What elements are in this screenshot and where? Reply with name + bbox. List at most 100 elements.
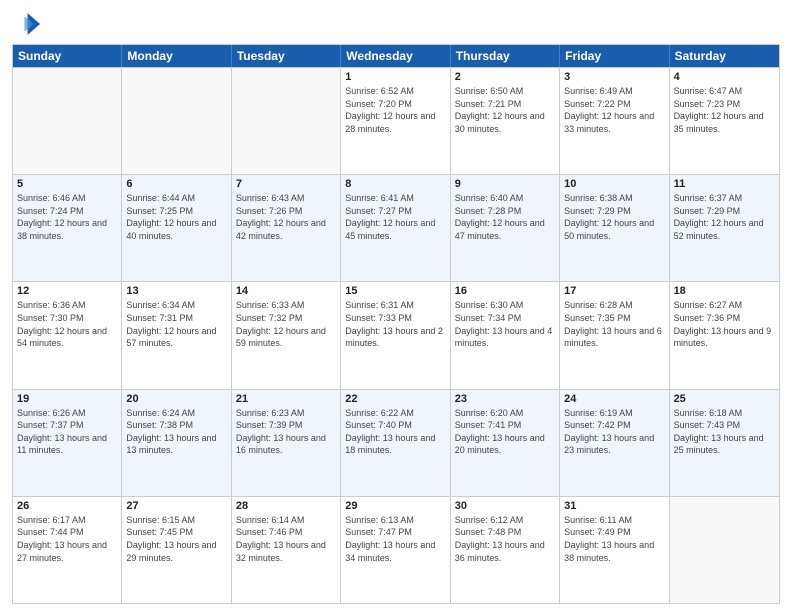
day-number: 26 — [17, 500, 117, 512]
calendar-cell: 17 Sunrise: 6:28 AM Sunset: 7:35 PM Dayli… — [560, 282, 669, 388]
calendar-cell: 18 Sunrise: 6:27 AM Sunset: 7:36 PM Dayli… — [670, 282, 779, 388]
calendar-cell: 1 Sunrise: 6:52 AM Sunset: 7:20 PM Daylig… — [341, 68, 450, 174]
day-number: 12 — [17, 285, 117, 297]
calendar-cell: 2Sunrise: 6:50 AM Sunset: 7:21 PM Daylig… — [451, 68, 560, 174]
day-number: 4 — [674, 71, 775, 83]
calendar-cell: 31Sunrise: 6:11 AM Sunset: 7:49 PM Dayli… — [560, 497, 669, 603]
day-number: 24 — [564, 393, 664, 405]
day-number: 5 — [17, 178, 117, 190]
day-info: Sunrise: 6:26 AM Sunset: 7:37 PM Dayligh… — [17, 407, 117, 457]
day-number: 21 — [236, 393, 336, 405]
calendar-cell: 19 Sunrise: 6:26 AM Sunset: 7:37 PM Dayli… — [13, 390, 122, 496]
day-info: Sunrise: 6:20 AM Sunset: 7:41 PM Dayligh… — [455, 407, 555, 457]
calendar-cell: 23 Sunrise: 6:20 AM Sunset: 7:41 PM Dayli… — [451, 390, 560, 496]
calendar-cell: 3 Sunrise: 6:49 AM Sunset: 7:22 PM Daylig… — [560, 68, 669, 174]
calendar-row: 5 Sunrise: 6:46 AM Sunset: 7:24 PM Daylig… — [13, 174, 779, 281]
day-number: 3 — [564, 71, 664, 83]
day-info: Sunrise: 6:33 AM Sunset: 7:32 PM Dayligh… — [236, 299, 336, 349]
day-info: Sunrise: 6:22 AM Sunset: 7:40 PM Dayligh… — [345, 407, 445, 457]
day-number: 15 — [345, 285, 445, 297]
day-info: Sunrise: 6:34 AM Sunset: 7:31 PM Dayligh… — [126, 299, 226, 349]
day-number: 17 — [564, 285, 664, 297]
calendar-row: 1 Sunrise: 6:52 AM Sunset: 7:20 PM Daylig… — [13, 67, 779, 174]
day-info: Sunrise: 6:41 AM Sunset: 7:27 PM Dayligh… — [345, 192, 445, 242]
day-info: Sunrise: 6:46 AM Sunset: 7:24 PM Dayligh… — [17, 192, 117, 242]
day-info: Sunrise: 6:37 AM Sunset: 7:29 PM Dayligh… — [674, 192, 775, 242]
day-info: Sunrise: 6:44 AM Sunset: 7:25 PM Dayligh… — [126, 192, 226, 242]
calendar-cell: 28 Sunrise: 6:14 AM Sunset: 7:46 PM Dayli… — [232, 497, 341, 603]
day-info: Sunrise: 6:24 AM Sunset: 7:38 PM Dayligh… — [126, 407, 226, 457]
calendar-cell: 9 Sunrise: 6:40 AM Sunset: 7:28 PM Daylig… — [451, 175, 560, 281]
calendar-cell — [122, 68, 231, 174]
calendar-cell — [13, 68, 122, 174]
header-day-sunday: Sunday — [13, 45, 122, 67]
logo — [12, 10, 44, 38]
calendar-cell: 24 Sunrise: 6:19 AM Sunset: 7:42 PM Dayli… — [560, 390, 669, 496]
day-number: 30 — [455, 500, 555, 512]
day-info: Sunrise: 6:43 AM Sunset: 7:26 PM Dayligh… — [236, 192, 336, 242]
day-info: Sunrise: 6:15 AM Sunset: 7:45 PM Dayligh… — [126, 514, 226, 564]
header-day-monday: Monday — [122, 45, 231, 67]
day-info: Sunrise: 6:38 AM Sunset: 7:29 PM Dayligh… — [564, 192, 664, 242]
day-number: 22 — [345, 393, 445, 405]
day-number: 27 — [126, 500, 226, 512]
calendar-cell: 15 Sunrise: 6:31 AM Sunset: 7:33 PM Dayli… — [341, 282, 450, 388]
calendar-cell: 26 Sunrise: 6:17 AM Sunset: 7:44 PM Dayli… — [13, 497, 122, 603]
header-day-wednesday: Wednesday — [341, 45, 450, 67]
calendar-cell — [232, 68, 341, 174]
day-number: 28 — [236, 500, 336, 512]
calendar-cell: 27 Sunrise: 6:15 AM Sunset: 7:45 PM Dayli… — [122, 497, 231, 603]
day-number: 29 — [345, 500, 445, 512]
calendar-cell: 22 Sunrise: 6:22 AM Sunset: 7:40 PM Dayli… — [341, 390, 450, 496]
day-info: Sunrise: 6:27 AM Sunset: 7:36 PM Dayligh… — [674, 299, 775, 349]
day-number: 19 — [17, 393, 117, 405]
calendar-cell: 16 Sunrise: 6:30 AM Sunset: 7:34 PM Dayli… — [451, 282, 560, 388]
header-day-saturday: Saturday — [670, 45, 779, 67]
header-day-friday: Friday — [560, 45, 669, 67]
calendar-body: 1 Sunrise: 6:52 AM Sunset: 7:20 PM Daylig… — [13, 67, 779, 603]
calendar-row: 26 Sunrise: 6:17 AM Sunset: 7:44 PM Dayli… — [13, 496, 779, 603]
header — [12, 10, 780, 38]
calendar-cell: 5 Sunrise: 6:46 AM Sunset: 7:24 PM Daylig… — [13, 175, 122, 281]
day-info: Sunrise: 6:19 AM Sunset: 7:42 PM Dayligh… — [564, 407, 664, 457]
calendar-row: 19 Sunrise: 6:26 AM Sunset: 7:37 PM Dayli… — [13, 389, 779, 496]
day-info: Sunrise: 6:13 AM Sunset: 7:47 PM Dayligh… — [345, 514, 445, 564]
calendar-cell: 12 Sunrise: 6:36 AM Sunset: 7:30 PM Dayli… — [13, 282, 122, 388]
calendar-cell: 6 Sunrise: 6:44 AM Sunset: 7:25 PM Daylig… — [122, 175, 231, 281]
logo-icon — [12, 10, 40, 38]
calendar-cell: 8Sunrise: 6:41 AM Sunset: 7:27 PM Daylig… — [341, 175, 450, 281]
calendar-cell: 11 Sunrise: 6:37 AM Sunset: 7:29 PM Dayli… — [670, 175, 779, 281]
day-info: Sunrise: 6:49 AM Sunset: 7:22 PM Dayligh… — [564, 85, 664, 135]
calendar-cell: 21 Sunrise: 6:23 AM Sunset: 7:39 PM Dayli… — [232, 390, 341, 496]
day-info: Sunrise: 6:52 AM Sunset: 7:20 PM Dayligh… — [345, 85, 445, 135]
calendar-cell: 10 Sunrise: 6:38 AM Sunset: 7:29 PM Dayli… — [560, 175, 669, 281]
day-info: Sunrise: 6:23 AM Sunset: 7:39 PM Dayligh… — [236, 407, 336, 457]
day-number: 16 — [455, 285, 555, 297]
calendar-cell: 30Sunrise: 6:12 AM Sunset: 7:48 PM Dayli… — [451, 497, 560, 603]
day-number: 11 — [674, 178, 775, 190]
calendar-cell: 29 Sunrise: 6:13 AM Sunset: 7:47 PM Dayli… — [341, 497, 450, 603]
day-info: Sunrise: 6:14 AM Sunset: 7:46 PM Dayligh… — [236, 514, 336, 564]
day-number: 9 — [455, 178, 555, 190]
day-info: Sunrise: 6:17 AM Sunset: 7:44 PM Dayligh… — [17, 514, 117, 564]
calendar-cell: 25Sunrise: 6:18 AM Sunset: 7:43 PM Dayli… — [670, 390, 779, 496]
calendar-cell: 14Sunrise: 6:33 AM Sunset: 7:32 PM Dayli… — [232, 282, 341, 388]
day-number: 13 — [126, 285, 226, 297]
day-number: 23 — [455, 393, 555, 405]
day-number: 18 — [674, 285, 775, 297]
day-info: Sunrise: 6:47 AM Sunset: 7:23 PM Dayligh… — [674, 85, 775, 135]
day-info: Sunrise: 6:30 AM Sunset: 7:34 PM Dayligh… — [455, 299, 555, 349]
day-info: Sunrise: 6:36 AM Sunset: 7:30 PM Dayligh… — [17, 299, 117, 349]
day-info: Sunrise: 6:31 AM Sunset: 7:33 PM Dayligh… — [345, 299, 445, 349]
day-info: Sunrise: 6:28 AM Sunset: 7:35 PM Dayligh… — [564, 299, 664, 349]
day-number: 6 — [126, 178, 226, 190]
day-info: Sunrise: 6:18 AM Sunset: 7:43 PM Dayligh… — [674, 407, 775, 457]
day-number: 20 — [126, 393, 226, 405]
header-day-tuesday: Tuesday — [232, 45, 341, 67]
day-number: 1 — [345, 71, 445, 83]
day-info: Sunrise: 6:40 AM Sunset: 7:28 PM Dayligh… — [455, 192, 555, 242]
header-day-thursday: Thursday — [451, 45, 560, 67]
calendar-cell: 13 Sunrise: 6:34 AM Sunset: 7:31 PM Dayli… — [122, 282, 231, 388]
day-number: 7 — [236, 178, 336, 190]
day-number: 10 — [564, 178, 664, 190]
